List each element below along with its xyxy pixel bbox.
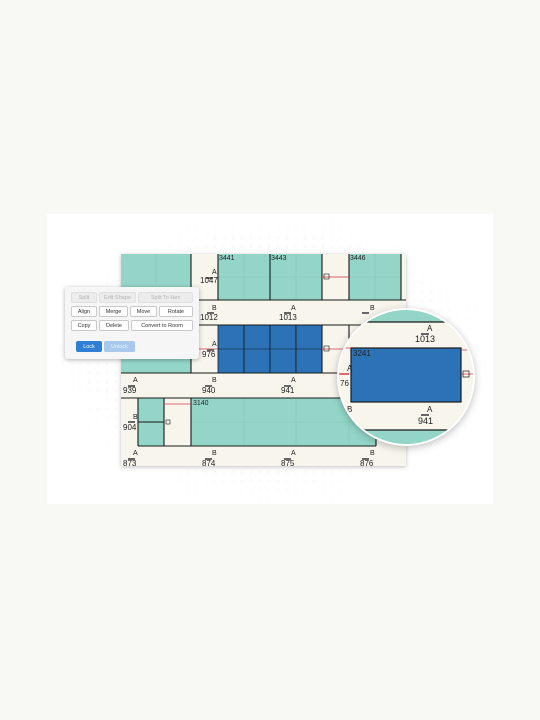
edit-toolbar-panel: Split Edit Shape Split To Hex Align Merg…	[65, 287, 199, 359]
door-number: 1047	[200, 276, 218, 285]
aisle-label: B	[212, 305, 217, 312]
unlock-button[interactable]: Unlock	[104, 341, 135, 352]
room-label-3140: 3140	[193, 400, 209, 407]
door-number: 873	[123, 459, 137, 466]
split-button[interactable]: Split	[71, 292, 97, 303]
split-to-hex-button[interactable]: Split To Hex	[138, 292, 193, 303]
lock-button[interactable]: Lock	[76, 341, 102, 352]
edit-shape-button[interactable]: Edit Shape	[99, 292, 136, 303]
door-number: 1012	[200, 313, 218, 322]
aisle-label: A	[133, 377, 138, 384]
door-number: 976	[202, 350, 216, 359]
zoom-door-number-top: 1013	[415, 334, 435, 344]
aisle-label: A	[291, 450, 296, 457]
aisle-label: B	[133, 414, 138, 421]
room-label-3446: 3446	[350, 255, 366, 262]
zoom-aisle-label: A	[347, 364, 353, 373]
zoom-partial-label: 2	[341, 335, 346, 344]
aisle-label: B	[370, 450, 375, 457]
door-number: 874	[202, 459, 216, 466]
door-number: 939	[123, 386, 137, 395]
aisle-label: A	[212, 269, 217, 276]
delete-button[interactable]: Delete	[99, 320, 129, 331]
zoom-partial-label: 76	[340, 379, 349, 388]
aisle-label: A	[212, 341, 217, 348]
convert-to-room-button[interactable]: Convert to Room	[131, 320, 193, 331]
zoom-room-label: 3241	[353, 349, 371, 358]
aisle-label: A	[291, 377, 296, 384]
aisle-label: B	[212, 450, 217, 457]
door-number: 1013	[279, 313, 297, 322]
room-label-3443: 3443	[271, 255, 287, 262]
move-button[interactable]: Move	[130, 306, 157, 317]
zoom-magnifier: A 1013 2 3241 A 76 B A 941	[337, 308, 475, 446]
door-number: 875	[281, 459, 295, 466]
aisle-label: B	[212, 377, 217, 384]
aisle-label: A	[291, 305, 296, 312]
zoom-aisle-label: A	[427, 405, 433, 414]
room-label-3441: 3441	[219, 255, 235, 262]
zoom-aisle-label: B	[347, 405, 352, 414]
zoom-aisle-label: A	[427, 324, 433, 333]
aisle-label: A	[133, 450, 138, 457]
rotate-button[interactable]: Rotate	[159, 306, 193, 317]
door-number: 940	[202, 386, 216, 395]
door-number: 941	[281, 386, 295, 395]
zoom-door-number-bottom: 941	[418, 416, 433, 426]
door-number: 904	[123, 423, 137, 432]
copy-button[interactable]: Copy	[71, 320, 97, 331]
door-number: 876	[360, 459, 374, 466]
merge-button[interactable]: Merge	[99, 306, 128, 317]
align-button[interactable]: Align	[71, 306, 97, 317]
